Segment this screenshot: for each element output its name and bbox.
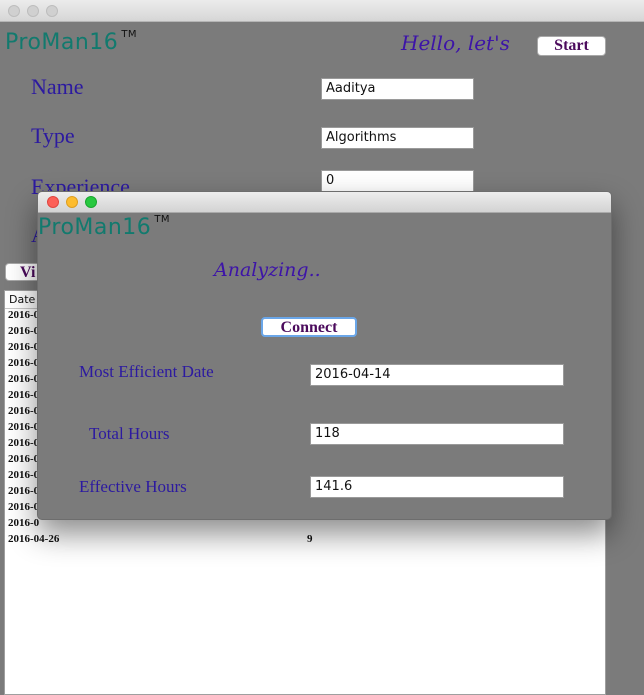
close-window-button[interactable] (8, 5, 20, 17)
table-row-date[interactable]: 2016-0 (8, 485, 39, 497)
name-label: Name (31, 74, 84, 99)
table-row-date[interactable]: 2016-0 (8, 389, 39, 401)
total-hours-field[interactable]: 118 (310, 423, 564, 445)
dialog-trademark-mark: TM (154, 213, 171, 225)
table-row-date[interactable]: 2016-0 (8, 453, 39, 465)
total-hours-label: Total Hours (89, 424, 170, 443)
efficient-date-label: Most Efficient Date (79, 362, 214, 381)
table-row-date[interactable]: 2016-0 (8, 469, 39, 481)
experience-field[interactable]: 0 (321, 170, 474, 192)
analysis-dialog: ProMan16 TM Analyzing.. Connect Most Effi… (37, 191, 612, 520)
table-row-value[interactable]: 9 (307, 533, 313, 545)
table-row-date[interactable]: 2016-0 (8, 421, 39, 433)
dialog-close-button[interactable] (47, 196, 59, 208)
main-title-bar (0, 0, 644, 22)
table-row-date[interactable]: 2016-0 (8, 517, 39, 529)
name-field[interactable]: Aaditya (321, 78, 474, 100)
table-row-date[interactable]: 2016-04-26 (8, 533, 59, 545)
table-row-date[interactable]: 2016-0 (8, 373, 39, 385)
table-row-date[interactable]: 2016-0 (8, 309, 39, 321)
dialog-title-bar (38, 192, 611, 213)
table-row-date[interactable]: 2016-0 (8, 357, 39, 369)
dialog-logo: ProMan16 TM (38, 213, 171, 240)
dialog-zoom-button[interactable] (85, 196, 97, 208)
app-logo: ProMan16 TM (5, 28, 138, 55)
trademark-mark: TM (121, 28, 138, 40)
type-label: Type (31, 123, 75, 148)
effective-hours-field[interactable]: 141.6 (310, 476, 564, 498)
table-row-date[interactable]: 2016-0 (8, 405, 39, 417)
dialog-logo-text: ProMan16 (38, 215, 152, 240)
table-row-date[interactable]: 2016-0 (8, 325, 39, 337)
dialog-minimize-button[interactable] (66, 196, 78, 208)
connect-button[interactable]: Connect (261, 317, 357, 337)
table-row-date[interactable]: 2016-0 (8, 437, 39, 449)
table-row-date[interactable]: 2016-0 (8, 341, 39, 353)
zoom-window-button[interactable] (46, 5, 58, 17)
app-logo-text: ProMan16 (5, 30, 119, 55)
minimize-window-button[interactable] (27, 5, 39, 17)
greeting-text: Hello, let's (401, 31, 510, 55)
table-row-date[interactable]: 2016-0 (8, 501, 39, 513)
effective-hours-label: Effective Hours (79, 477, 187, 496)
type-field[interactable]: Algorithms (321, 127, 474, 149)
analyzing-status: Analyzing.. (214, 259, 321, 281)
start-button[interactable]: Start (537, 36, 606, 56)
efficient-date-field[interactable]: 2016-04-14 (310, 364, 564, 386)
